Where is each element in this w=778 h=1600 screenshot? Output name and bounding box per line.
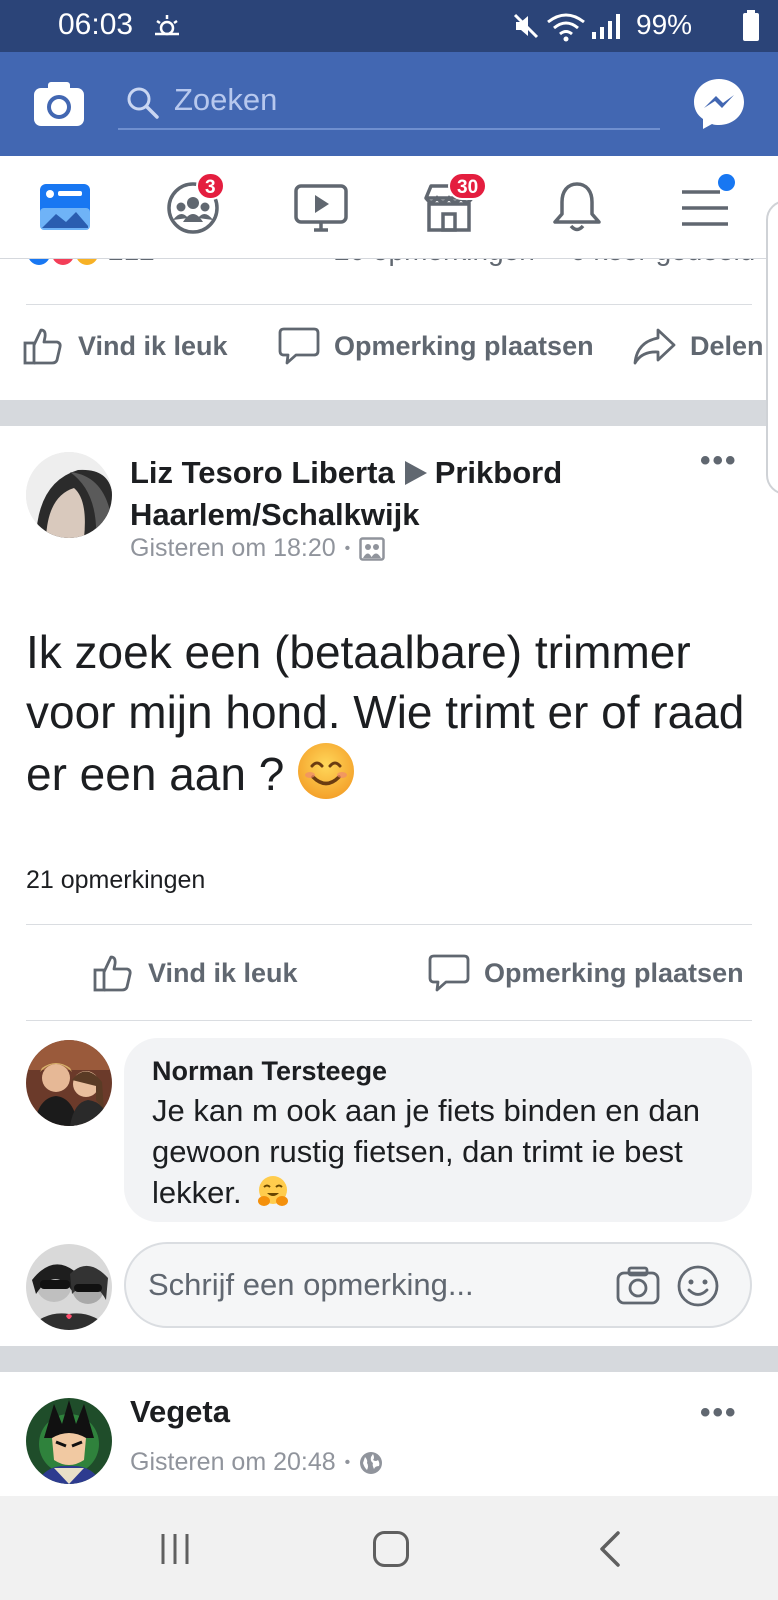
- meta-separator: •: [344, 539, 351, 557]
- tab-groups[interactable]: 3: [164, 172, 225, 238]
- search-bar[interactable]: [118, 74, 660, 130]
- post-like-label: Vind ik leuk: [148, 957, 298, 988]
- like-reaction-icon: [26, 259, 52, 267]
- camera-icon[interactable]: [616, 1266, 660, 1306]
- recent-apps-icon[interactable]: [158, 1532, 192, 1566]
- post-timestamp[interactable]: Gisteren om 20:48: [130, 1448, 336, 1477]
- avatar-photo: [26, 1244, 112, 1330]
- love-reaction-icon: [50, 259, 76, 267]
- menu-notification-dot: [718, 174, 735, 191]
- camera-icon[interactable]: [32, 79, 86, 129]
- top-nav: 3 30: [0, 156, 778, 259]
- commenter-avatar[interactable]: [26, 1040, 112, 1126]
- hugging-face-emoji-icon: [258, 1176, 289, 1206]
- smiling-face-emoji-icon: [298, 743, 355, 799]
- post-author-line: Liz Tesoro Liberta Prikbord Haarlem/Schal…: [130, 452, 650, 536]
- search-icon: [127, 87, 159, 119]
- tab-menu[interactable]: [676, 174, 736, 238]
- feed-post-next: Vegeta Gisteren om 20:48 • •••: [0, 1372, 778, 1496]
- previous-reaction-count: 212: [108, 259, 155, 267]
- home-icon[interactable]: [372, 1530, 410, 1568]
- previous-comment-count: 20 opmerkingen: [334, 259, 535, 267]
- wow-reaction-icon: [74, 259, 100, 267]
- arrow-right-icon: [404, 461, 427, 485]
- status-icons: 99%: [478, 0, 778, 52]
- share-label: Delen: [690, 330, 764, 361]
- comment-text-block: Je kan m ook aan je fiets binden en dan …: [152, 1090, 732, 1213]
- tab-watch[interactable]: [292, 178, 352, 238]
- feed-separator: [0, 400, 778, 426]
- group-audience-icon: [359, 536, 386, 561]
- avatar-photo: [26, 1398, 112, 1484]
- tab-news-feed[interactable]: [36, 178, 96, 238]
- post-comment-count[interactable]: 21 opmerkingen: [26, 866, 205, 895]
- comment-bubble-icon: [278, 327, 320, 365]
- post-author-name[interactable]: Liz Tesoro Liberta: [130, 455, 395, 490]
- thumbs-up-icon: [93, 955, 132, 992]
- comment-input-box[interactable]: [124, 1242, 752, 1328]
- share-button[interactable]: Delen: [632, 325, 764, 367]
- like-label: Vind ik leuk: [78, 330, 228, 361]
- battery-percentage: 99%: [636, 9, 693, 40]
- divider: [26, 304, 752, 305]
- like-button[interactable]: Vind ik leuk: [22, 325, 228, 367]
- app-header: [0, 52, 778, 156]
- feed-separator: [0, 1346, 778, 1372]
- avatar-photo: [26, 1040, 112, 1126]
- author-avatar[interactable]: [26, 452, 112, 538]
- wifi-icon: [547, 13, 585, 42]
- more-options-button[interactable]: •••: [700, 444, 738, 478]
- comment-label: Opmerking plaatsen: [334, 330, 594, 361]
- post-body-text: Ik zoek een (betaalbare) trimmer voor mi…: [26, 626, 745, 800]
- messenger-icon[interactable]: [692, 77, 746, 131]
- back-icon[interactable]: [596, 1530, 624, 1568]
- tab-marketplace[interactable]: 30: [420, 172, 488, 238]
- tab-notifications[interactable]: [548, 178, 608, 238]
- share-arrow-icon: [633, 328, 676, 365]
- scrollbar-handle[interactable]: [766, 200, 778, 495]
- groups-badge: 3: [196, 172, 225, 200]
- previous-share-count: 6 keer gedeeld: [570, 259, 755, 267]
- globe-public-icon: [360, 1451, 383, 1474]
- post-author-name[interactable]: Vegeta: [130, 1394, 230, 1430]
- post-timestamp[interactable]: Gisteren om 18:20: [130, 534, 336, 563]
- avatar-photo: [26, 452, 112, 538]
- news-feed-icon: [40, 184, 90, 230]
- previous-post-stats: 212 20 opmerkingen 6 keer gedeeld: [0, 259, 778, 271]
- previous-post-footer: 212 20 opmerkingen 6 keer gedeeld Vind i…: [0, 259, 778, 400]
- comment-button[interactable]: Opmerking plaatsen: [278, 325, 594, 367]
- marketplace-badge: 30: [448, 172, 488, 200]
- current-user-avatar: [26, 1244, 112, 1330]
- signal-icon: [592, 14, 620, 39]
- comment-input[interactable]: [148, 1262, 588, 1308]
- battery-icon: [743, 10, 759, 41]
- feed-post: Liz Tesoro Liberta Prikbord Haarlem/Schal…: [0, 426, 778, 1346]
- divider: [26, 1020, 752, 1021]
- thumbs-up-icon: [23, 328, 62, 365]
- status-bar: 06:03 99%: [0, 0, 778, 52]
- watch-video-icon: [294, 184, 348, 232]
- comment-author[interactable]: Norman Tersteege: [152, 1056, 387, 1087]
- post-body: Ik zoek een (betaalbare) trimmer voor mi…: [26, 622, 746, 804]
- author-avatar[interactable]: [26, 1398, 112, 1484]
- weather-sunrise-icon: [155, 15, 179, 36]
- comment-text: Je kan m ook aan je fiets binden en dan …: [152, 1093, 701, 1210]
- comment-bubble[interactable]: Norman Tersteege Je kan m ook aan je fie…: [124, 1038, 752, 1222]
- post-like-button[interactable]: Vind ik leuk: [92, 952, 298, 994]
- divider: [26, 924, 752, 925]
- meta-separator: •: [344, 1453, 351, 1471]
- more-options-button[interactable]: •••: [700, 1396, 738, 1430]
- post-meta: Gisteren om 20:48 •: [130, 1448, 383, 1477]
- mute-icon: [513, 13, 539, 39]
- system-navigation-bar: [0, 1496, 778, 1600]
- emoji-smile-icon[interactable]: [676, 1264, 720, 1308]
- bell-icon: [553, 182, 601, 232]
- post-comment-label: Opmerking plaatsen: [484, 957, 744, 988]
- search-input[interactable]: [174, 80, 644, 120]
- post-meta: Gisteren om 18:20 •: [130, 534, 386, 563]
- status-time: 06:03: [58, 8, 134, 41]
- comment-bubble-icon: [428, 954, 470, 992]
- post-comment-button[interactable]: Opmerking plaatsen: [428, 952, 744, 994]
